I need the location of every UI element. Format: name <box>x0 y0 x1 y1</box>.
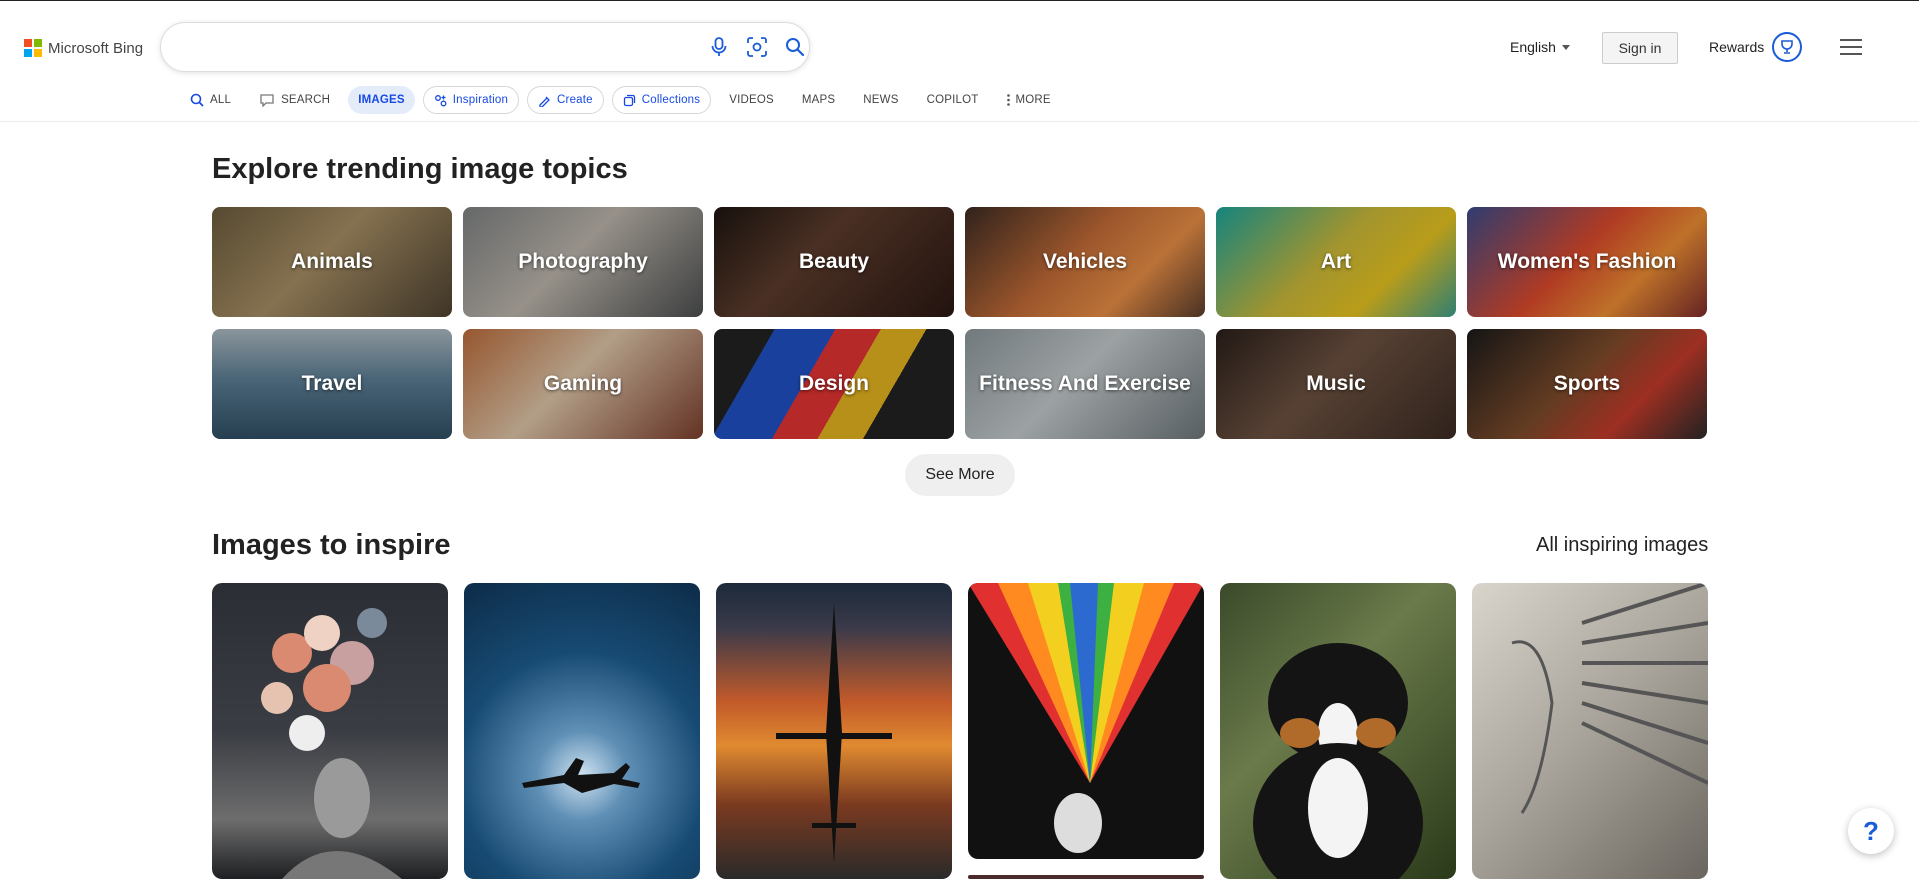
help-button[interactable]: ? <box>1848 808 1894 854</box>
nav-images[interactable]: IMAGES <box>348 86 415 114</box>
sign-in-button[interactable]: Sign in <box>1602 32 1678 64</box>
inspire-title: Images to inspire <box>212 529 451 561</box>
nav-news[interactable]: NEWS <box>853 86 908 114</box>
language-selector[interactable]: English <box>1510 39 1570 55</box>
topic-tile-music[interactable]: Music <box>1216 329 1456 439</box>
topic-tile-fitness[interactable]: Fitness And Exercise <box>965 329 1205 439</box>
visual-search-icon[interactable] <box>745 35 769 59</box>
topic-tile-beauty[interactable]: Beauty <box>714 207 954 317</box>
flower-portrait-image <box>261 608 402 879</box>
search-box[interactable] <box>160 22 810 72</box>
inspire-card[interactable] <box>464 583 700 879</box>
nav-collections[interactable]: Collections <box>611 86 712 114</box>
nav-videos[interactable]: VIDEOS <box>719 86 784 114</box>
inspire-card[interactable] <box>212 583 448 879</box>
search-input[interactable] <box>181 33 705 61</box>
chevron-down-icon <box>1561 44 1570 50</box>
search-icon[interactable] <box>783 35 807 59</box>
nav-search[interactable]: SEARCH <box>249 86 340 114</box>
inspire-card[interactable] <box>716 583 952 879</box>
topic-tile-vehicles[interactable]: Vehicles <box>965 207 1205 317</box>
topic-tile-womens-fashion[interactable]: Women's Fashion <box>1467 207 1707 317</box>
inspiration-icon <box>434 94 447 106</box>
airplane-sky-image <box>522 758 640 793</box>
topic-tile-design[interactable]: Design <box>714 329 954 439</box>
language-label: English <box>1510 39 1556 55</box>
topic-tile-photography[interactable]: Photography <box>463 207 703 317</box>
brand-name: Microsoft Bing <box>48 39 144 57</box>
inspire-card[interactable] <box>968 875 1204 879</box>
more-vertical-icon <box>1006 94 1010 106</box>
nav-all[interactable]: ALL <box>180 86 241 114</box>
nav-create[interactable]: Create <box>527 86 604 114</box>
see-more-button[interactable]: See More <box>905 454 1015 496</box>
inspire-card[interactable] <box>968 583 1204 859</box>
header: Microsoft Bing English Sign in Rewards A… <box>0 1 1919 122</box>
rewards-trophy-icon[interactable] <box>1772 32 1802 62</box>
collections-icon <box>623 94 635 106</box>
rewards-label[interactable]: Rewards <box>1709 39 1764 55</box>
topic-tile-art[interactable]: Art <box>1216 207 1456 317</box>
topic-tile-animals[interactable]: Animals <box>212 207 452 317</box>
nav-maps[interactable]: MAPS <box>792 86 845 114</box>
nav-copilot[interactable]: COPILOT <box>917 86 989 114</box>
chat-icon <box>260 94 274 107</box>
nav-inspiration[interactable]: Inspiration <box>422 86 520 114</box>
create-icon <box>539 96 550 107</box>
microphone-icon[interactable] <box>707 35 731 59</box>
rainbow-woman-image <box>968 583 1204 853</box>
search-icon <box>190 93 204 107</box>
microsoft-logo-icon <box>24 39 42 57</box>
inspire-card[interactable] <box>1472 583 1708 879</box>
vertical-nav: ALL SEARCH IMAGES Inspiration Create Col… <box>180 85 1069 115</box>
puppy-image <box>1253 643 1423 879</box>
topic-tile-gaming[interactable]: Gaming <box>463 329 703 439</box>
all-inspiring-images-link[interactable]: All inspiring images <box>1536 534 1708 557</box>
topic-tile-sports[interactable]: Sports <box>1467 329 1707 439</box>
airplane-sunset-image <box>776 603 892 863</box>
trending-title: Explore trending image topics <box>212 153 628 185</box>
nav-more[interactable]: MORE <box>997 86 1061 114</box>
inspire-card[interactable] <box>1220 583 1456 879</box>
bing-logo[interactable]: Microsoft Bing <box>24 39 143 57</box>
hamburger-menu-icon[interactable] <box>1840 39 1862 55</box>
book-face-image <box>1511 583 1708 814</box>
topic-tile-travel[interactable]: Travel <box>212 329 452 439</box>
